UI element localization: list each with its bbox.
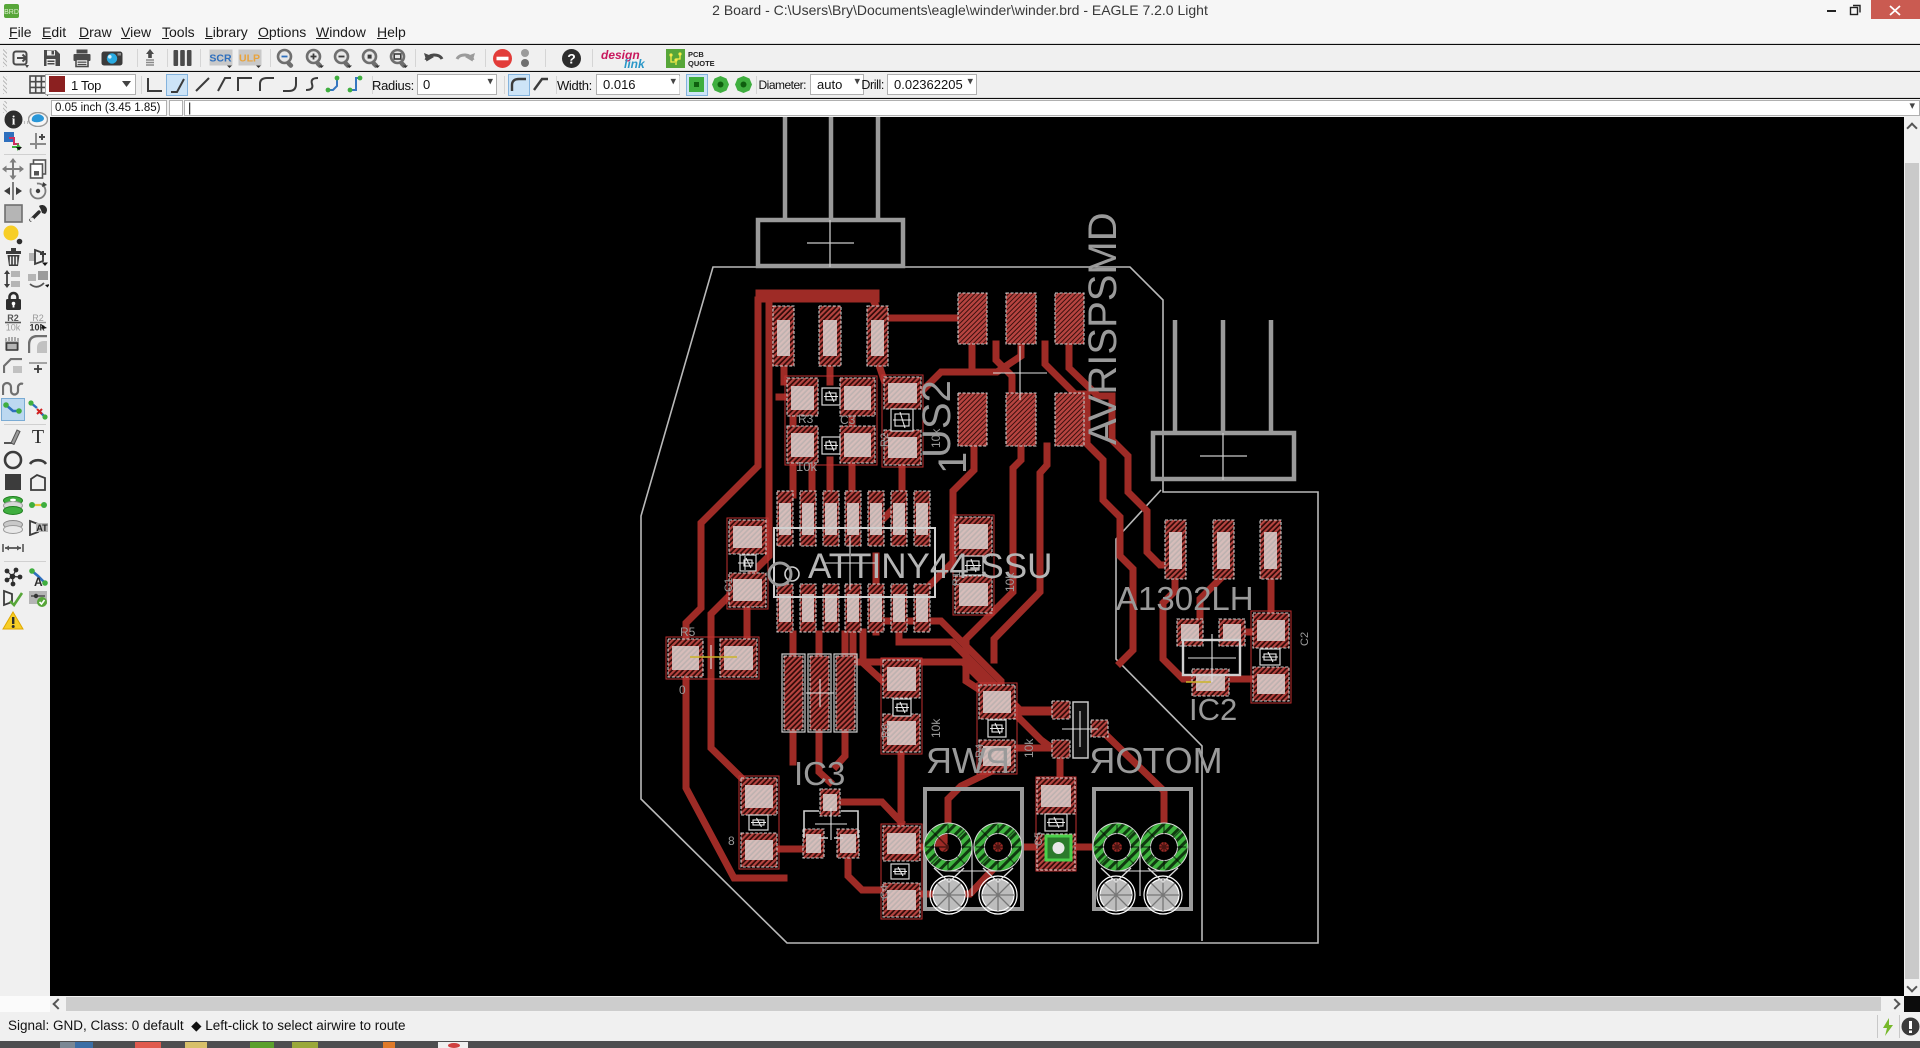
svg-text:?: ?: [567, 51, 576, 67]
svg-text:IC3: IC3: [794, 755, 845, 792]
svg-text:ULP: ULP: [239, 53, 260, 65]
svg-text:T: T: [32, 427, 44, 445]
svg-text:R1: R1: [951, 572, 963, 586]
svg-text:10k: 10k: [1003, 572, 1017, 592]
svg-text:10k: 10k: [6, 323, 21, 332]
svg-text:PWR: PWR: [926, 740, 1010, 781]
svg-text:R5: R5: [680, 625, 696, 639]
svg-text:C5: C5: [1033, 832, 1045, 846]
svg-text:PCB: PCB: [688, 50, 704, 59]
svg-text:A: A: [34, 575, 43, 587]
svg-text:BRD: BRD: [4, 9, 19, 16]
svg-text:0: 0: [679, 683, 686, 697]
svg-text:SCR: SCR: [209, 53, 232, 65]
svg-text:C1: C1: [723, 578, 735, 592]
svg-text:C2: C2: [1299, 632, 1311, 646]
svg-text:C4: C4: [879, 885, 891, 899]
svg-text:C3: C3: [840, 413, 856, 427]
svg-text:R6: R6: [880, 724, 892, 738]
svg-text:1: 1: [931, 452, 975, 474]
svg-text:R2: R2: [879, 433, 891, 447]
svg-text:R2: R2: [32, 313, 44, 323]
svg-text:8: 8: [728, 834, 735, 848]
svg-text:AVRISPSMD: AVRISPSMD: [1081, 212, 1125, 445]
svg-text:10k: 10k: [929, 718, 943, 738]
svg-text:R2: R2: [7, 313, 19, 323]
svg-text:10k: 10k: [796, 459, 817, 474]
svg-text:R4: R4: [974, 744, 986, 758]
svg-text:A1302LH: A1302LH: [1116, 580, 1254, 617]
svg-text:R3: R3: [798, 412, 814, 426]
svg-text:link: link: [624, 57, 646, 70]
svg-text:10k: 10k: [1022, 738, 1036, 758]
svg-text:AT: AT: [36, 523, 48, 533]
svg-text:MOTOR: MOTOR: [1089, 740, 1222, 781]
svg-text:IC2: IC2: [1189, 692, 1237, 727]
svg-text:i: i: [11, 112, 15, 127]
svg-text:QUOTE: QUOTE: [688, 59, 715, 68]
svg-text:10k: 10k: [929, 428, 943, 448]
